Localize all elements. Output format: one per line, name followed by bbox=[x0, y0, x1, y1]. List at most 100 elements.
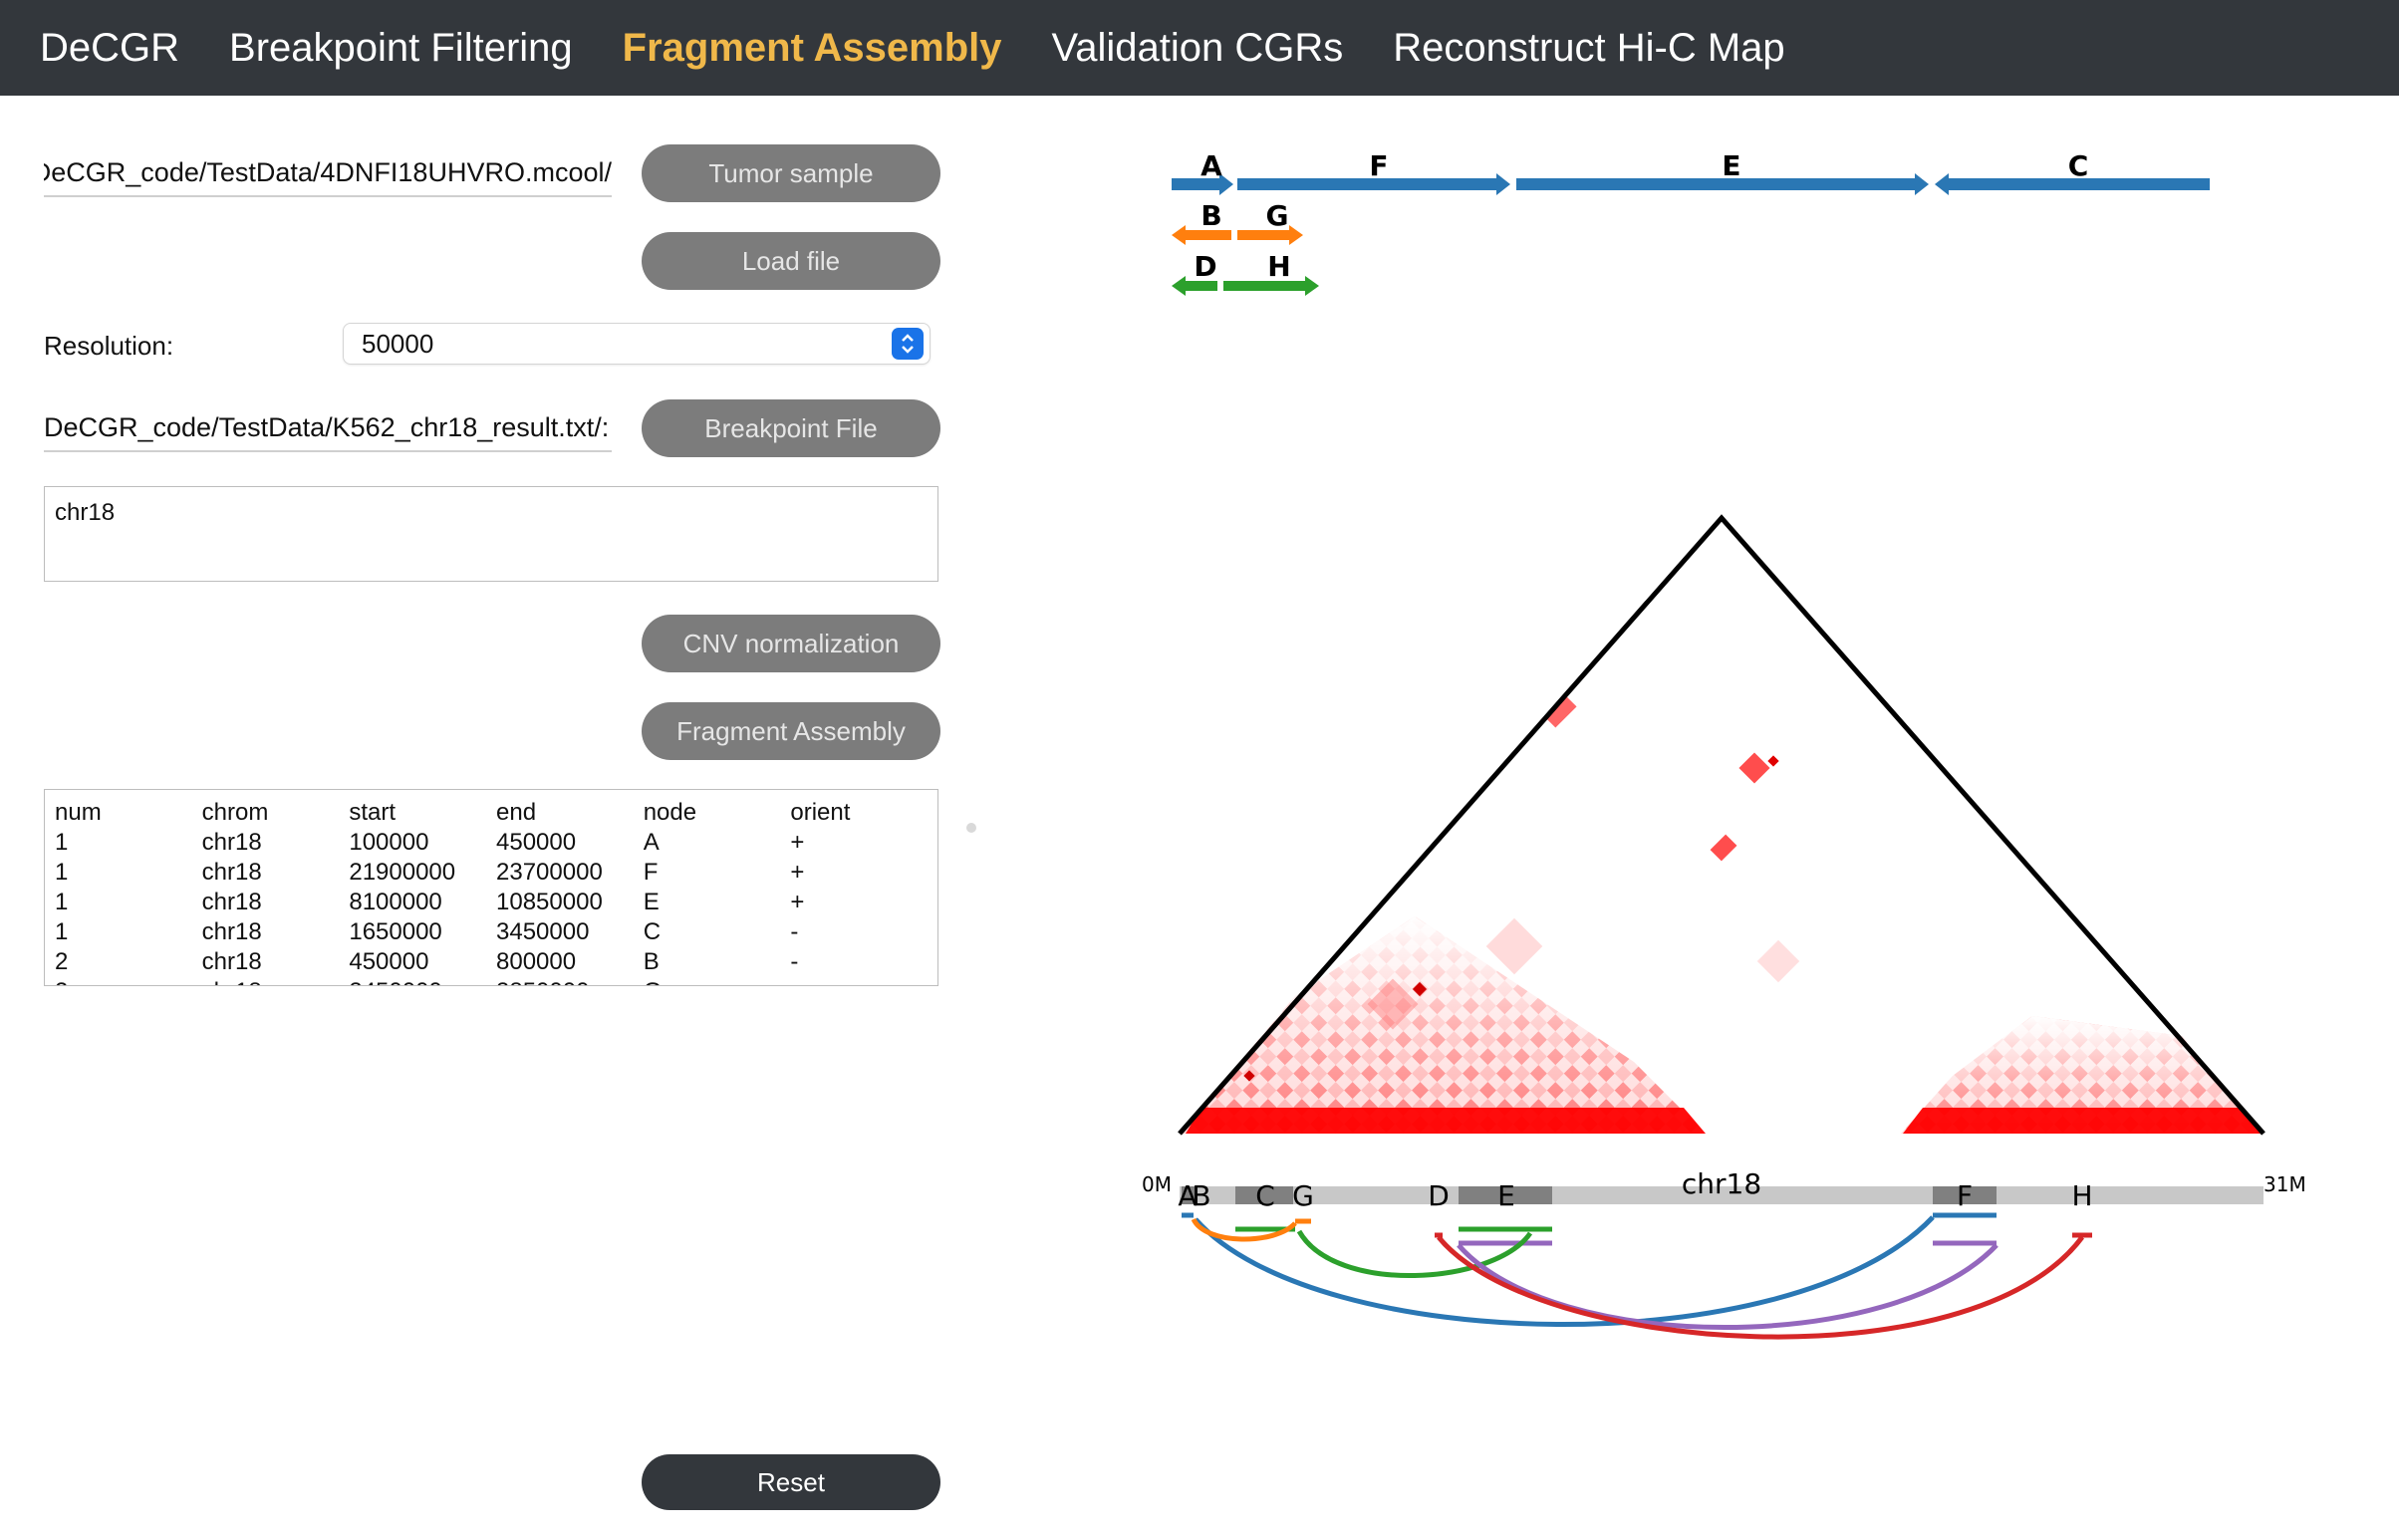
cnv-normalization-button[interactable]: CNV normalization bbox=[642, 615, 940, 672]
select-chevron-icon bbox=[892, 328, 924, 360]
table-row[interactable]: 1 chr18 1650000 3450000 C - bbox=[45, 917, 937, 947]
fragment-label: E bbox=[1722, 149, 1740, 182]
fragment-arrows-row3 bbox=[1172, 276, 1319, 296]
reset-button[interactable]: Reset bbox=[642, 1454, 940, 1510]
table-header: chrom bbox=[201, 799, 269, 826]
table-cell: 1 bbox=[55, 829, 69, 856]
chromosome-ideogram: 0M 31M chr18 bbox=[1142, 1167, 2306, 1204]
ideogram-fragment-labels: A B C G D E F H bbox=[1178, 1179, 2092, 1212]
table-cell: - bbox=[790, 918, 799, 945]
table-cell: 1 bbox=[55, 889, 69, 915]
table-cell: 1650000 bbox=[349, 918, 442, 945]
fragment-label: C bbox=[2068, 149, 2089, 182]
axis-end-label: 31M bbox=[2264, 1172, 2306, 1196]
table-cell: 1 bbox=[55, 918, 69, 945]
ideogram-label: C bbox=[1255, 1179, 1275, 1212]
tumor-sample-button[interactable]: Tumor sample bbox=[642, 144, 940, 202]
nav-reconstruct-hic-map[interactable]: Reconstruct Hi-C Map bbox=[1393, 26, 1784, 71]
fragment-labels-row1: A F E C bbox=[1200, 149, 2088, 182]
table-row[interactable]: 2 chr18 3450000 3850000 G + bbox=[45, 977, 937, 985]
table-cell: 100000 bbox=[349, 829, 429, 856]
fragment-assembly-button[interactable]: Fragment Assembly bbox=[642, 702, 940, 760]
table-cell: 21900000 bbox=[349, 859, 456, 886]
table-header: end bbox=[496, 799, 537, 826]
fragment-labels-row3: D H bbox=[1194, 250, 1290, 283]
table-cell: 3450000 bbox=[496, 918, 590, 945]
ideogram-label: E bbox=[1497, 1179, 1515, 1212]
table-row[interactable]: 2 chr18 450000 800000 B - bbox=[45, 947, 937, 977]
table-cell: 450000 bbox=[349, 948, 429, 975]
table-cell: 23700000 bbox=[496, 859, 603, 886]
fragment-label: H bbox=[1267, 250, 1290, 283]
table-cell: 450000 bbox=[496, 829, 577, 856]
table-cell: A bbox=[643, 829, 660, 856]
nav-fragment-assembly[interactable]: Fragment Assembly bbox=[623, 26, 1002, 71]
table-row[interactable]: 1 chr18 21900000 23700000 F + bbox=[45, 858, 937, 888]
resolution-value: 50000 bbox=[362, 329, 434, 359]
table-cell: 1 bbox=[55, 859, 69, 886]
chromosome-name: chr18 bbox=[1682, 1167, 1761, 1200]
fragment-label: F bbox=[1369, 149, 1388, 182]
fragment-table[interactable]: num chrom start end node orient 1 chr18 … bbox=[44, 789, 938, 986]
table-cell: G bbox=[644, 977, 791, 985]
assembly-visualization: A F E C B G D H 0M 31M chr18 A B C G D E… bbox=[1142, 149, 2306, 1340]
table-cell: B bbox=[643, 948, 660, 975]
table-header: start bbox=[349, 799, 397, 826]
table-cell: + bbox=[790, 829, 805, 856]
table-cell: + bbox=[790, 889, 805, 915]
table-header: orient bbox=[790, 799, 851, 826]
mcool-path-field[interactable] bbox=[44, 149, 612, 197]
table-cell: E bbox=[643, 889, 660, 915]
fragment-arrows-row1 bbox=[1172, 173, 2210, 195]
ideogram-label: F bbox=[1957, 1179, 1973, 1212]
fragment-label: A bbox=[1200, 149, 1222, 182]
breakpoint-path-field[interactable] bbox=[44, 404, 612, 452]
fragment-labels-row2: B G bbox=[1200, 199, 1288, 232]
table-cell: 8100000 bbox=[349, 889, 442, 915]
fragment-arrows-row2 bbox=[1172, 225, 1303, 245]
fragment-label: G bbox=[1266, 199, 1289, 232]
chromosome-textarea[interactable]: chr18 bbox=[44, 486, 938, 582]
table-cell: chr18 bbox=[201, 859, 262, 886]
nav-decgr[interactable]: DeCGR bbox=[40, 26, 179, 71]
table-cell: chr18 bbox=[201, 829, 262, 856]
table-header-row: num chrom start end node orient bbox=[45, 798, 937, 828]
table-cell: 2 bbox=[55, 948, 69, 975]
axis-start-label: 0M bbox=[1142, 1172, 1172, 1196]
table-cell: 3850000 bbox=[496, 977, 644, 985]
resolution-label: Resolution: bbox=[44, 331, 174, 361]
table-cell: - bbox=[790, 948, 799, 975]
table-cell: chr18 bbox=[201, 889, 262, 915]
table-cell: 800000 bbox=[496, 948, 577, 975]
table-row[interactable]: 1 chr18 8100000 10850000 E + bbox=[45, 888, 937, 917]
resolution-select[interactable]: 50000 bbox=[343, 323, 931, 365]
ideogram-label: G bbox=[1292, 1179, 1314, 1212]
top-navbar: DeCGR Breakpoint Filtering Fragment Asse… bbox=[0, 0, 2399, 96]
ideogram-label: A bbox=[1178, 1179, 1197, 1212]
ideogram-label: H bbox=[2071, 1179, 2092, 1212]
table-cell: 10850000 bbox=[496, 889, 603, 915]
ideogram-label: D bbox=[1428, 1179, 1450, 1212]
nav-breakpoint-filtering[interactable]: Breakpoint Filtering bbox=[229, 26, 573, 71]
table-cell: chr18 bbox=[202, 977, 350, 985]
scroll-indicator[interactable] bbox=[966, 823, 976, 833]
load-file-button[interactable]: Load file bbox=[642, 232, 940, 290]
junction-arcs bbox=[1182, 1212, 2092, 1340]
fragment-label: D bbox=[1194, 250, 1216, 283]
table-cell: chr18 bbox=[201, 918, 262, 945]
nav-validation-cgrs[interactable]: Validation CGRs bbox=[1052, 26, 1344, 71]
table-cell: + bbox=[790, 977, 937, 985]
table-header: num bbox=[55, 799, 102, 826]
table-cell: chr18 bbox=[201, 948, 262, 975]
table-cell: 3450000 bbox=[349, 977, 496, 985]
table-cell: C bbox=[643, 918, 662, 945]
table-header: node bbox=[643, 799, 697, 826]
table-cell: 2 bbox=[55, 977, 202, 985]
breakpoint-file-button[interactable]: Breakpoint File bbox=[642, 399, 940, 457]
table-cell: + bbox=[790, 859, 805, 886]
fragment-label: B bbox=[1200, 199, 1221, 232]
table-row[interactable]: 1 chr18 100000 450000 A + bbox=[45, 828, 937, 858]
table-cell: F bbox=[643, 859, 659, 886]
hic-heatmap bbox=[1178, 514, 2266, 1136]
ideogram-label: B bbox=[1192, 1179, 1210, 1212]
